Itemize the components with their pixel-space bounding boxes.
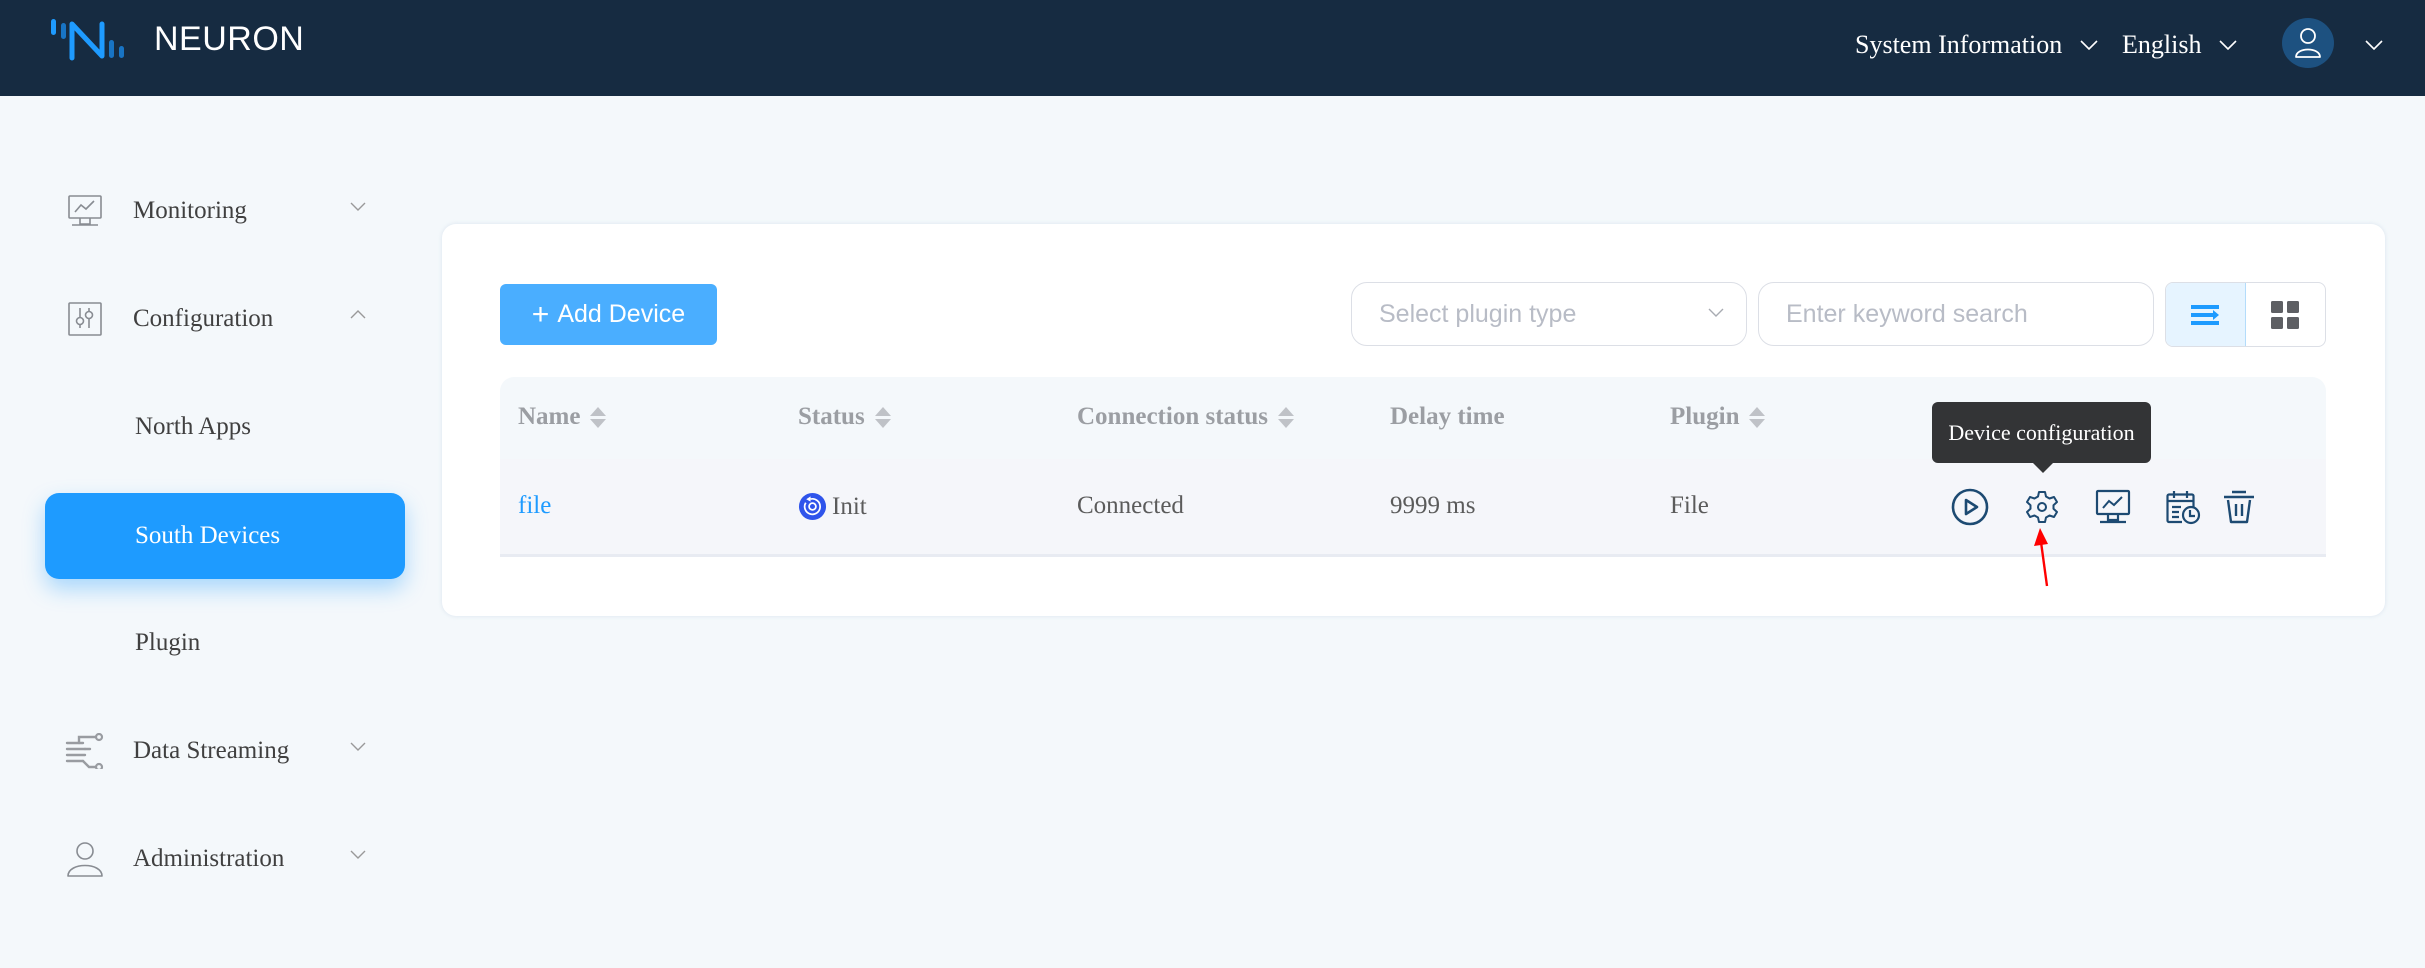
status-text: Init xyxy=(832,492,867,520)
neuron-logo-icon xyxy=(51,19,124,61)
sort-icon[interactable] xyxy=(1278,406,1294,428)
calendar-clock-icon xyxy=(2166,491,2201,525)
sidebar-item-south-devices[interactable]: South Devices xyxy=(45,493,405,579)
user-icon xyxy=(2295,28,2321,58)
system-information-label: System Information xyxy=(1855,30,2063,59)
logo[interactable]: NEURON xyxy=(48,16,304,62)
play-circle-icon xyxy=(1951,488,1989,526)
column-label: Plugin xyxy=(1670,403,1740,430)
start-button[interactable] xyxy=(1949,486,1991,528)
sidebar: Monitoring Configuration North Apps Sout… xyxy=(0,96,430,968)
column-header-plugin[interactable]: Plugin xyxy=(1670,403,1766,431)
device-configuration-tooltip: Device configuration xyxy=(1932,402,2151,473)
sidebar-item-data-streaming[interactable]: Data Streaming xyxy=(45,708,405,794)
sidebar-item-administration[interactable]: Administration xyxy=(45,816,405,902)
brand-name: NEURON xyxy=(154,19,305,58)
add-device-label: Add Device xyxy=(557,300,686,328)
delete-button[interactable] xyxy=(2218,486,2260,528)
list-view-icon xyxy=(2191,304,2220,325)
sort-icon[interactable] xyxy=(874,406,891,428)
add-device-button[interactable]: + Add Device xyxy=(500,284,717,345)
sort-icon[interactable] xyxy=(1749,406,1766,428)
sidebar-item-label: Monitoring xyxy=(133,197,247,224)
column-label: Connection status xyxy=(1077,403,1268,430)
device-status: Init xyxy=(798,492,867,521)
sidebar-item-plugin[interactable]: Plugin xyxy=(45,600,405,686)
plugin-type-placeholder: Select plugin type xyxy=(1379,299,1577,328)
sort-icon[interactable] xyxy=(590,406,607,428)
sidebar-item-label: North Apps xyxy=(135,413,251,440)
language-label: English xyxy=(2122,30,2202,59)
sidebar-item-monitoring[interactable]: Monitoring xyxy=(45,168,405,254)
plugin-type-select[interactable]: Select plugin type xyxy=(1351,282,1747,346)
monitor-chart-icon xyxy=(2095,489,2131,524)
column-header-connection-status[interactable]: Connection status xyxy=(1077,403,1294,431)
user-menu-chevron-icon[interactable] xyxy=(2365,40,2383,50)
list-view-button[interactable] xyxy=(2166,283,2246,346)
user-icon xyxy=(65,839,105,879)
sidebar-item-label: Configuration xyxy=(133,305,274,332)
device-name-link[interactable]: file xyxy=(518,492,551,520)
language-menu[interactable]: English xyxy=(2122,30,2238,60)
monitor-chart-icon xyxy=(65,191,105,231)
data-stream-icon xyxy=(65,731,105,771)
gear-icon xyxy=(2026,491,2058,523)
chevron-up-icon xyxy=(350,310,366,319)
grid-view-icon xyxy=(2271,300,2300,329)
sidebar-item-label: Administration xyxy=(133,845,285,872)
top-bar: NEURON System Information English xyxy=(0,0,2425,96)
status-init-icon xyxy=(798,492,827,521)
plus-icon: + xyxy=(531,297,550,331)
column-label: Delay time xyxy=(1390,403,1505,430)
system-information-menu[interactable]: System Information xyxy=(1855,30,2098,60)
sidebar-item-label: Plugin xyxy=(135,629,201,656)
sliders-icon xyxy=(65,299,105,339)
chevron-down-icon xyxy=(2219,40,2238,50)
column-label: Name xyxy=(518,403,581,430)
data-monitoring-button[interactable] xyxy=(2092,486,2134,528)
annotation-arrow-icon xyxy=(2034,528,2049,587)
chevron-down-icon xyxy=(2080,40,2098,50)
sidebar-item-label: South Devices xyxy=(135,522,281,549)
sidebar-item-north-apps[interactable]: North Apps xyxy=(45,384,405,470)
data-statistics-button[interactable] xyxy=(2162,486,2204,528)
view-mode-toggle xyxy=(2165,282,2326,347)
chevron-down-icon xyxy=(350,742,366,751)
device-configuration-button[interactable] xyxy=(2021,486,2063,528)
chevron-down-icon xyxy=(1708,308,1724,317)
column-label: Status xyxy=(798,403,865,430)
user-avatar[interactable] xyxy=(2282,18,2334,68)
column-header-name[interactable]: Name xyxy=(518,403,607,431)
column-header-delay-time: Delay time xyxy=(1390,403,1505,431)
trash-icon xyxy=(2224,490,2254,524)
connection-status: Connected xyxy=(1077,492,1184,519)
card-view-button[interactable] xyxy=(2246,283,2326,346)
sidebar-item-configuration[interactable]: Configuration xyxy=(45,276,405,362)
chevron-down-icon xyxy=(350,202,366,211)
keyword-search-input[interactable] xyxy=(1758,282,2154,346)
sidebar-item-label: Data Streaming xyxy=(133,737,290,764)
delay-time: 9999 ms xyxy=(1390,492,1476,519)
column-header-status[interactable]: Status xyxy=(798,403,891,431)
chevron-down-icon xyxy=(350,850,366,859)
plugin-name: File xyxy=(1670,492,1709,519)
